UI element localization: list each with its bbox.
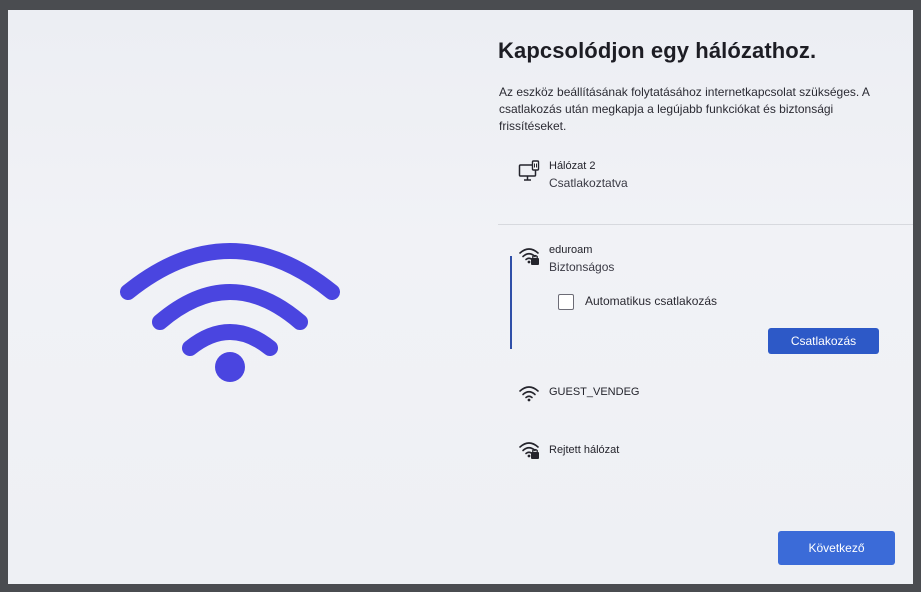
network-status: Biztonságos bbox=[549, 260, 615, 274]
wifi-secured-icon bbox=[519, 248, 539, 265]
network-name: GUEST_VENDEG bbox=[549, 386, 640, 398]
page-title: Kapcsolódjon egy hálózathoz. bbox=[498, 38, 817, 63]
selection-indicator bbox=[510, 256, 512, 349]
page-description: Az eszköz beállításának folytatásához in… bbox=[499, 85, 870, 133]
next-button[interactable]: Következő bbox=[778, 531, 895, 565]
connect-button[interactable]: Csatlakozás bbox=[768, 328, 879, 354]
wifi-icon bbox=[519, 386, 539, 402]
network-status: Csatlakoztatva bbox=[549, 176, 628, 190]
wifi-secured-icon bbox=[519, 442, 539, 459]
ethernet-monitor-icon bbox=[518, 160, 540, 181]
network-panel: Kapcsolódjon egy hálózathoz. Az eszköz b… bbox=[498, 10, 913, 584]
auto-connect-checkbox[interactable] bbox=[558, 294, 574, 310]
network-name: Rejtett hálózat bbox=[549, 444, 620, 456]
wifi-illustration-icon bbox=[120, 243, 340, 382]
auto-connect-label: Automatikus csatlakozás bbox=[585, 294, 718, 308]
oobe-screen: Kapcsolódjon egy hálózathoz. Az eszköz b… bbox=[8, 10, 913, 584]
divider bbox=[498, 224, 913, 225]
network-name: Hálózat 2 bbox=[549, 160, 596, 172]
network-name: eduroam bbox=[549, 244, 593, 256]
